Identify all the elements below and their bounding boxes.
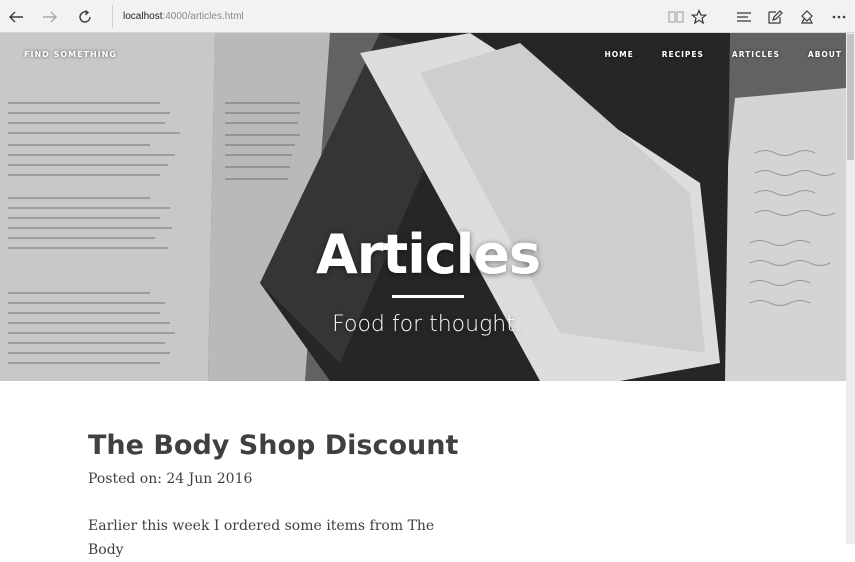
refresh-icon	[79, 9, 91, 23]
page-title: Articles	[315, 223, 541, 286]
post-title-link[interactable]: The Body Shop Discount	[88, 430, 458, 461]
forward-button[interactable]	[37, 4, 63, 30]
favorite-button[interactable]	[686, 4, 712, 30]
web-note-button[interactable]	[762, 4, 788, 30]
hub-button[interactable]	[731, 4, 757, 30]
back-arrow-icon	[9, 11, 23, 23]
browser-toolbar: localhost:4000/articles.html	[0, 0, 855, 33]
page-subtitle: Food for thought.	[332, 312, 522, 337]
hub-icon	[737, 12, 751, 22]
url-host: localhost	[123, 11, 163, 22]
more-button[interactable]	[826, 4, 852, 30]
post-date: Posted on: 24 Jun 2016	[88, 471, 253, 487]
scrollbar-thumb[interactable]	[847, 34, 854, 160]
refresh-button[interactable]	[72, 4, 98, 30]
back-button[interactable]	[3, 4, 29, 30]
post-excerpt: Earlier this week I ordered some items f…	[88, 518, 435, 558]
more-icon	[832, 15, 846, 19]
reading-view-icon	[668, 11, 684, 23]
nav-link-recipes[interactable]: Recipes	[662, 50, 704, 59]
address-bar[interactable]: localhost:4000/articles.html	[112, 5, 652, 28]
nav-link-home[interactable]: Home	[604, 50, 633, 59]
favorite-star-icon	[691, 9, 707, 25]
share-button[interactable]	[794, 4, 820, 30]
web-note-icon	[768, 10, 783, 24]
nav-link-about[interactable]: About	[808, 50, 842, 59]
url-path: :4000/articles.html	[162, 11, 244, 22]
hero-divider	[392, 295, 464, 298]
site-nav: Home Recipes Articles About	[576, 50, 842, 59]
nav-link-articles[interactable]: Articles	[732, 50, 780, 59]
forward-arrow-icon	[43, 11, 57, 23]
site-brand-link[interactable]: Find Something	[24, 50, 117, 59]
share-icon	[801, 10, 813, 24]
hero-header: Find Something Home Recipes Articles Abo…	[0, 33, 846, 381]
